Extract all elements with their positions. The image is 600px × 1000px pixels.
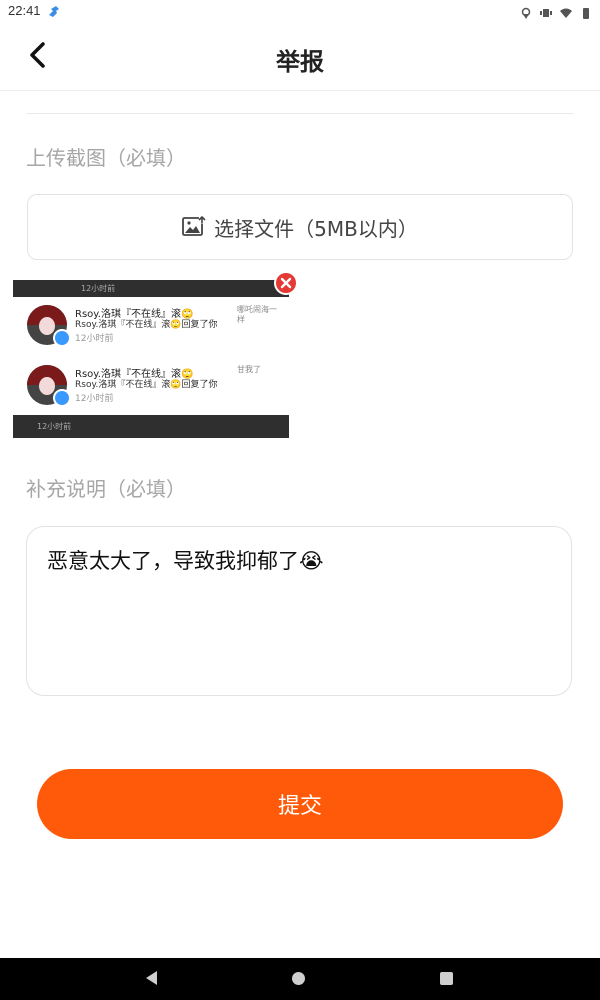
remove-screenshot-button[interactable] — [274, 271, 298, 295]
thumbnail-item-time: 12小时前 — [75, 394, 114, 404]
battery-icon — [580, 4, 592, 19]
image-upload-icon — [182, 216, 207, 236]
header: 举报 — [0, 22, 600, 91]
status-icons — [520, 4, 592, 19]
page-title: 举报 — [276, 48, 324, 76]
thumbnail-bottom-strip: 12小时前 — [13, 415, 289, 438]
uploaded-screenshot-thumbnail[interactable]: 12小时前 Rsoy.洛琪『不在线』滚🙄 Rsoy.洛琪『不在线』滚🙄回复了你 … — [13, 280, 289, 438]
thumbnail-list: Rsoy.洛琪『不在线』滚🙄 Rsoy.洛琪『不在线』滚🙄回复了你 12小时前 … — [13, 297, 289, 415]
file-select-button[interactable]: 选择文件（5MB以内） — [27, 194, 573, 260]
comment-badge-icon — [53, 389, 71, 407]
comment-badge-icon — [53, 329, 71, 347]
nav-home-icon[interactable] — [292, 972, 305, 985]
thumbnail-bottom-time: 12小时前 — [37, 422, 72, 431]
thumbnail-item-preview: 哪吒闹海一样 — [237, 305, 277, 324]
description-textarea[interactable]: 恶意太大了，导致我抑郁了😭 — [26, 526, 572, 696]
status-time: 22:41 — [8, 3, 41, 18]
nav-back-icon[interactable] — [146, 971, 157, 985]
app-notification-icon — [47, 4, 61, 18]
divider — [26, 113, 574, 114]
thumbnail-top-time: 12小时前 — [81, 284, 116, 293]
submit-button[interactable]: 提交 — [37, 769, 563, 839]
wifi-icon — [560, 4, 572, 18]
status-bar: 22:41 — [0, 0, 600, 22]
location-icon — [520, 4, 532, 19]
thumbnail-item-time: 12小时前 — [75, 334, 114, 344]
thumbnail-list-item: Rsoy.洛琪『不在线』滚🙄 Rsoy.洛琪『不在线』滚🙄回复了你 12小时前 … — [13, 299, 289, 357]
thumbnail-item-sub: Rsoy.洛琪『不在线』滚🙄回复了你 — [75, 380, 218, 390]
thumbnail-item-sub: Rsoy.洛琪『不在线』滚🙄回复了你 — [75, 320, 218, 330]
system-nav-bar — [0, 958, 600, 1000]
thumbnail-list-item: Rsoy.洛琪『不在线』滚🙄 Rsoy.洛琪『不在线』滚🙄回复了你 12小时前 … — [13, 359, 289, 417]
file-select-label: 选择文件（5MB以内） — [214, 216, 418, 241]
nav-recents-icon[interactable] — [440, 972, 453, 985]
description-section-label: 补充说明（必填） — [26, 477, 186, 501]
thumbnail-item-preview: 甘我了 — [237, 365, 261, 374]
thumbnail-top-strip: 12小时前 — [13, 280, 289, 297]
vibrate-icon — [540, 4, 552, 17]
screenshot-section-label: 上传截图（必填） — [26, 146, 186, 170]
close-icon — [280, 277, 292, 289]
